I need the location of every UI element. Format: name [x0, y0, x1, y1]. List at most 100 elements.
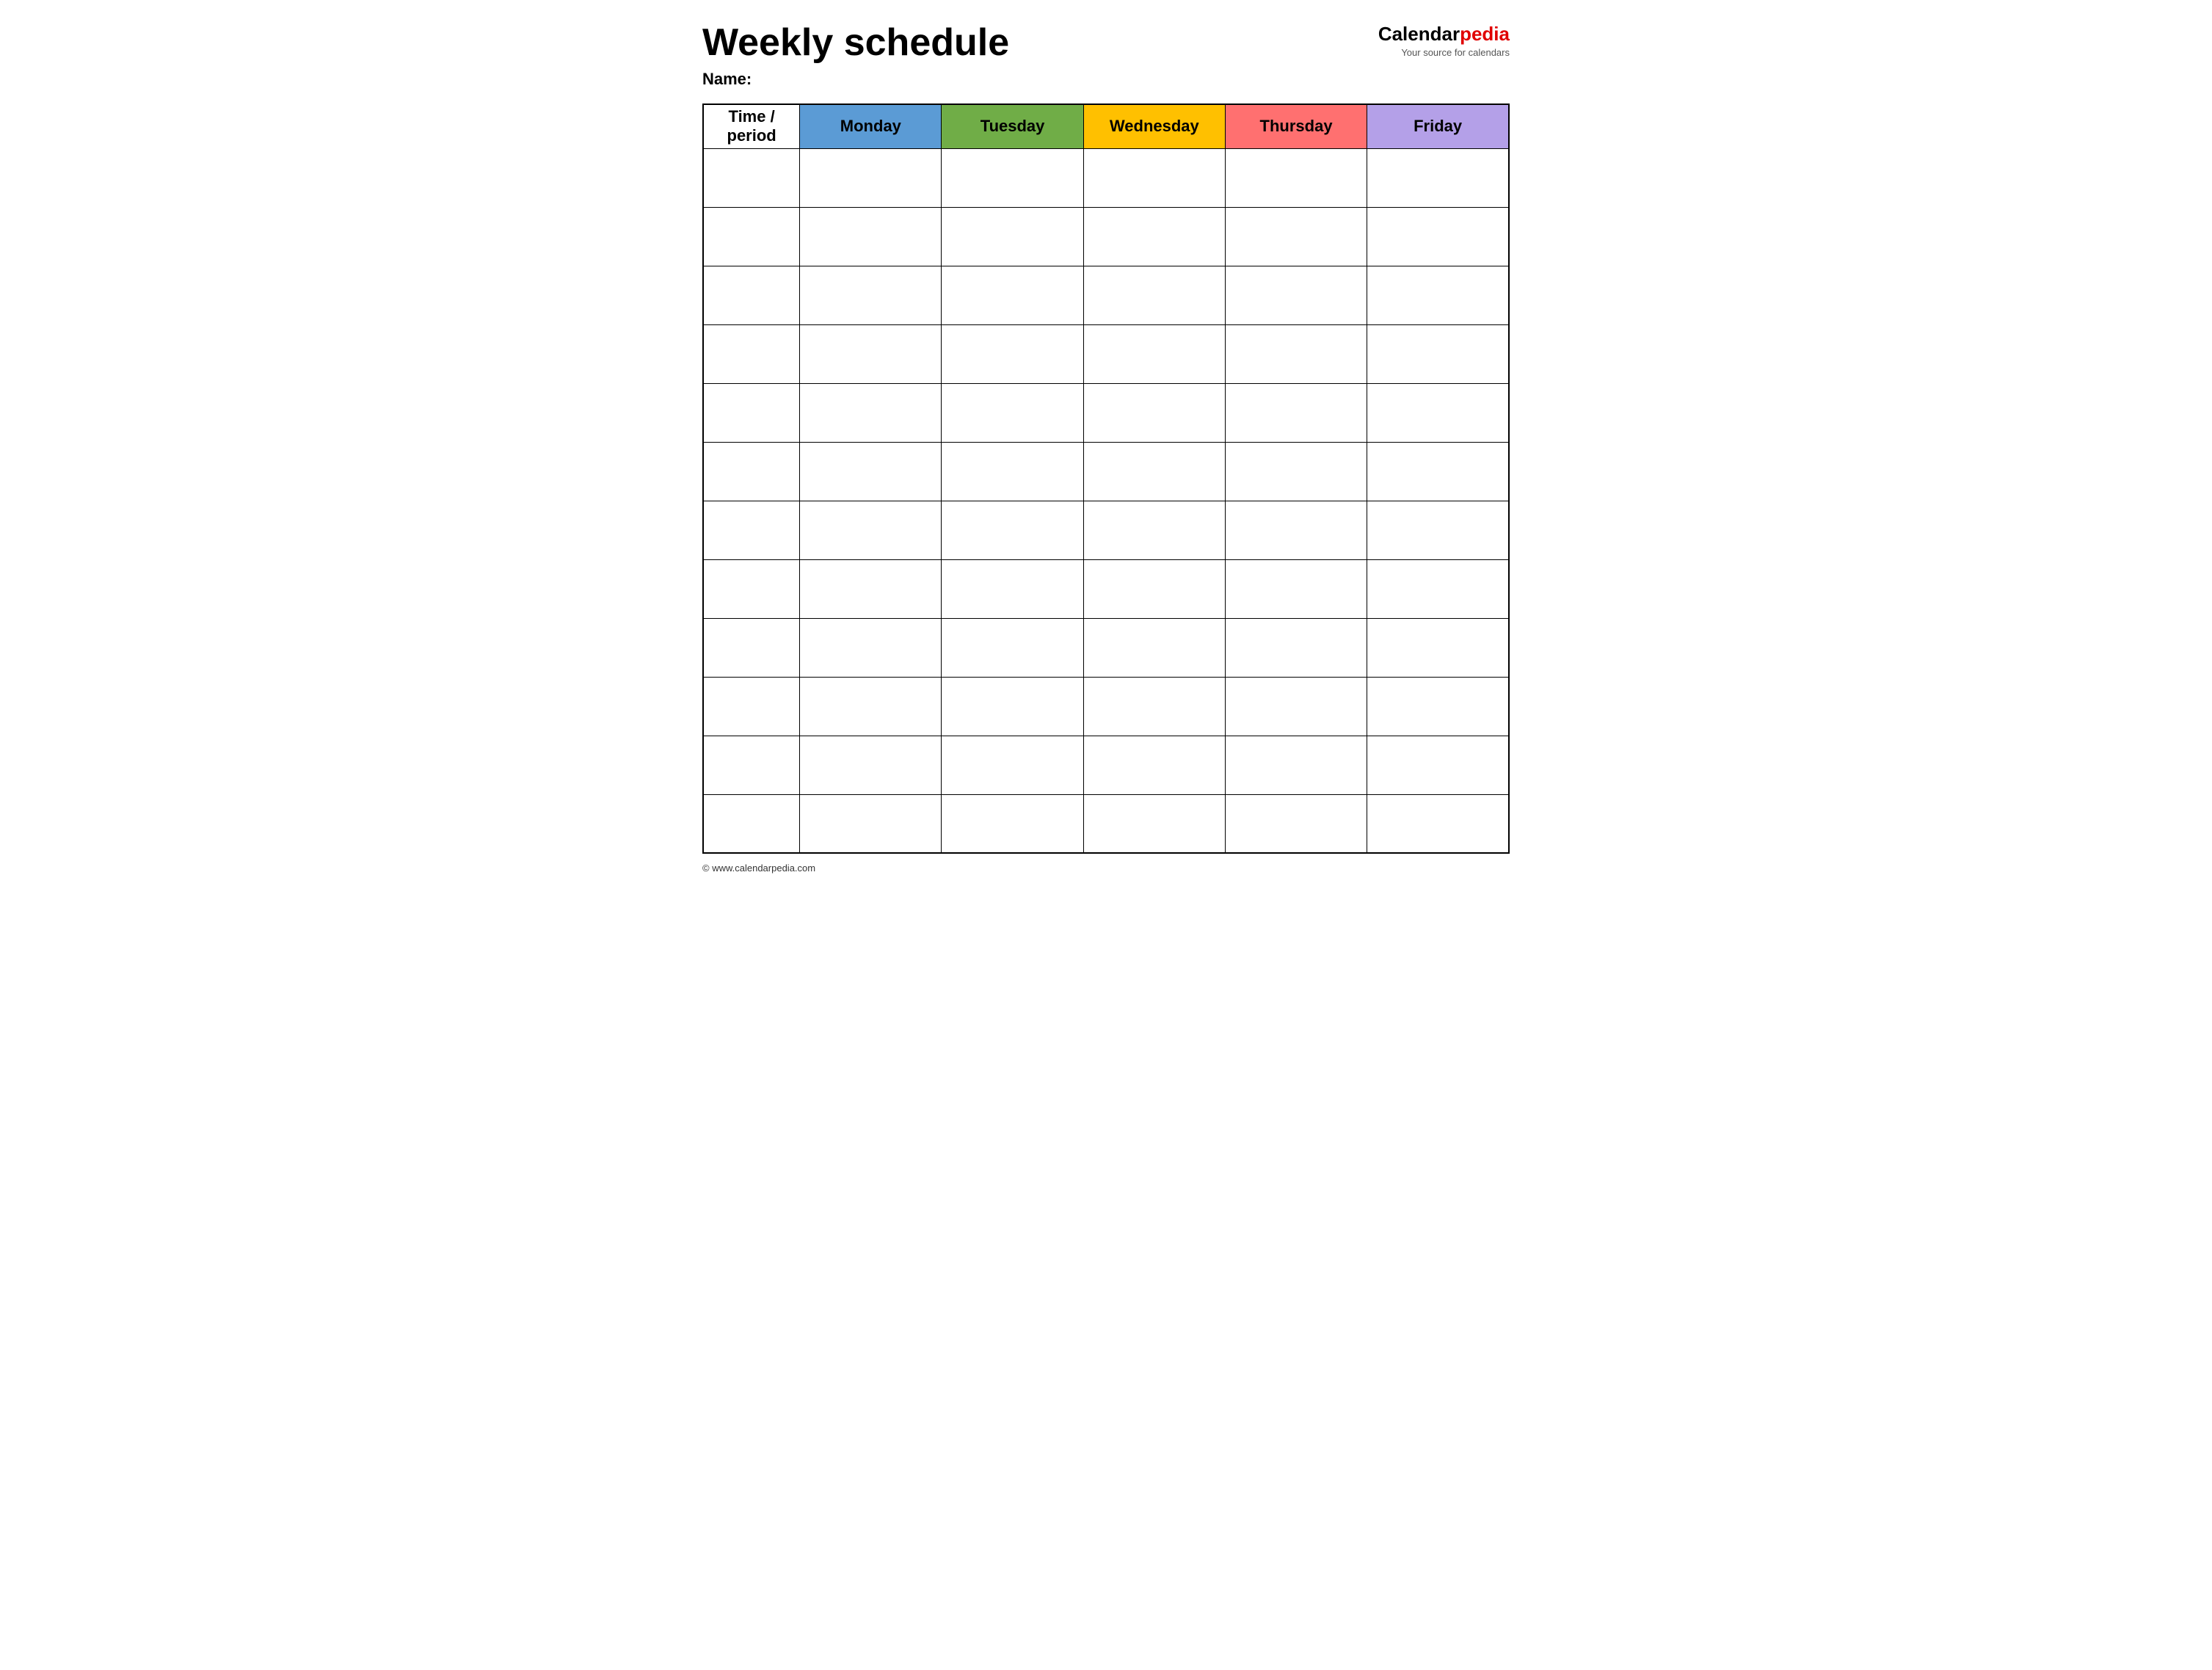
table-row — [703, 501, 1509, 559]
schedule-cell[interactable] — [1225, 736, 1367, 794]
col-header-monday: Monday — [800, 104, 942, 148]
schedule-cell[interactable] — [800, 324, 942, 383]
schedule-cell[interactable] — [1083, 207, 1225, 266]
table-row — [703, 442, 1509, 501]
schedule-cell[interactable] — [800, 794, 942, 853]
schedule-cell[interactable] — [1083, 736, 1225, 794]
schedule-cell[interactable] — [800, 501, 942, 559]
schedule-cell[interactable] — [942, 383, 1083, 442]
schedule-cell[interactable] — [800, 148, 942, 207]
col-header-wednesday: Wednesday — [1083, 104, 1225, 148]
time-cell[interactable] — [703, 207, 800, 266]
schedule-cell[interactable] — [1367, 677, 1509, 736]
schedule-cell[interactable] — [1225, 501, 1367, 559]
time-cell[interactable] — [703, 501, 800, 559]
schedule-cell[interactable] — [942, 794, 1083, 853]
schedule-cell[interactable] — [1367, 148, 1509, 207]
schedule-cell[interactable] — [942, 559, 1083, 618]
col-header-time: Time / period — [703, 104, 800, 148]
schedule-cell[interactable] — [942, 677, 1083, 736]
schedule-cell[interactable] — [800, 677, 942, 736]
table-row — [703, 266, 1509, 324]
schedule-cell[interactable] — [1083, 618, 1225, 677]
schedule-cell[interactable] — [942, 324, 1083, 383]
page-title: Weekly schedule — [702, 22, 1009, 64]
schedule-cell[interactable] — [942, 442, 1083, 501]
schedule-cell[interactable] — [1225, 148, 1367, 207]
table-row — [703, 677, 1509, 736]
schedule-cell[interactable] — [1367, 207, 1509, 266]
schedule-cell[interactable] — [1225, 442, 1367, 501]
schedule-cell[interactable] — [800, 559, 942, 618]
schedule-cell[interactable] — [1225, 207, 1367, 266]
schedule-cell[interactable] — [942, 148, 1083, 207]
header: Weekly schedule Name: Calendarpedia Your… — [702, 22, 1510, 89]
footer: © www.calendarpedia.com — [702, 863, 1510, 874]
schedule-cell[interactable] — [1083, 324, 1225, 383]
title-section: Weekly schedule Name: — [702, 22, 1009, 89]
schedule-cell[interactable] — [1083, 148, 1225, 207]
table-row — [703, 148, 1509, 207]
table-row — [703, 794, 1509, 853]
schedule-cell[interactable] — [1225, 677, 1367, 736]
col-header-friday: Friday — [1367, 104, 1509, 148]
schedule-cell[interactable] — [1367, 501, 1509, 559]
logo-pedia: pedia — [1460, 23, 1510, 45]
col-header-tuesday: Tuesday — [942, 104, 1083, 148]
schedule-cell[interactable] — [1225, 324, 1367, 383]
logo-text: Calendarpedia — [1378, 22, 1510, 47]
schedule-cell[interactable] — [800, 266, 942, 324]
schedule-cell[interactable] — [1225, 794, 1367, 853]
schedule-cell[interactable] — [1083, 559, 1225, 618]
schedule-cell[interactable] — [1225, 559, 1367, 618]
schedule-cell[interactable] — [942, 618, 1083, 677]
schedule-cell[interactable] — [1225, 618, 1367, 677]
schedule-table: Time / period Monday Tuesday Wednesday T… — [702, 104, 1510, 854]
schedule-cell[interactable] — [1083, 501, 1225, 559]
schedule-cell[interactable] — [1083, 677, 1225, 736]
schedule-body — [703, 148, 1509, 853]
table-row — [703, 324, 1509, 383]
schedule-cell[interactable] — [1367, 794, 1509, 853]
schedule-cell[interactable] — [1367, 618, 1509, 677]
time-cell[interactable] — [703, 383, 800, 442]
time-cell[interactable] — [703, 324, 800, 383]
table-header-row: Time / period Monday Tuesday Wednesday T… — [703, 104, 1509, 148]
schedule-cell[interactable] — [800, 207, 942, 266]
time-cell[interactable] — [703, 794, 800, 853]
schedule-cell[interactable] — [1367, 383, 1509, 442]
time-cell[interactable] — [703, 266, 800, 324]
schedule-cell[interactable] — [1225, 383, 1367, 442]
time-cell[interactable] — [703, 148, 800, 207]
time-cell[interactable] — [703, 442, 800, 501]
time-cell[interactable] — [703, 559, 800, 618]
schedule-cell[interactable] — [800, 442, 942, 501]
schedule-cell[interactable] — [1367, 736, 1509, 794]
schedule-cell[interactable] — [1083, 442, 1225, 501]
table-row — [703, 559, 1509, 618]
schedule-cell[interactable] — [1367, 324, 1509, 383]
schedule-cell[interactable] — [1367, 559, 1509, 618]
schedule-cell[interactable] — [800, 383, 942, 442]
table-row — [703, 383, 1509, 442]
time-cell[interactable] — [703, 618, 800, 677]
schedule-cell[interactable] — [800, 618, 942, 677]
logo-subtext: Your source for calendars — [1378, 47, 1510, 59]
time-cell[interactable] — [703, 736, 800, 794]
col-header-thursday: Thursday — [1225, 104, 1367, 148]
schedule-cell[interactable] — [942, 266, 1083, 324]
schedule-cell[interactable] — [800, 736, 942, 794]
schedule-cell[interactable] — [1083, 383, 1225, 442]
schedule-cell[interactable] — [1225, 266, 1367, 324]
schedule-cell[interactable] — [1367, 442, 1509, 501]
table-row — [703, 736, 1509, 794]
table-row — [703, 207, 1509, 266]
schedule-cell[interactable] — [1083, 794, 1225, 853]
schedule-cell[interactable] — [1367, 266, 1509, 324]
schedule-cell[interactable] — [1083, 266, 1225, 324]
copyright: © www.calendarpedia.com — [702, 863, 815, 874]
time-cell[interactable] — [703, 677, 800, 736]
schedule-cell[interactable] — [942, 207, 1083, 266]
schedule-cell[interactable] — [942, 501, 1083, 559]
schedule-cell[interactable] — [942, 736, 1083, 794]
